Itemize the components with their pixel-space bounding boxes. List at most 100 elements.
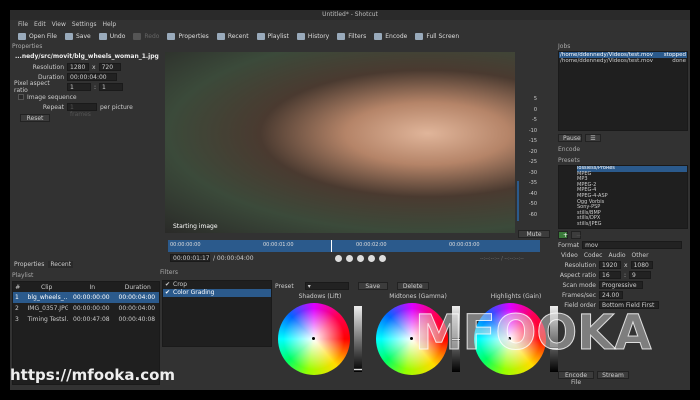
undo-button[interactable]: Undo	[98, 32, 126, 40]
x-sep: x	[624, 261, 628, 269]
column-header[interactable]: #	[13, 284, 22, 291]
timecode: 00:00:01:17 / 00:00:04:00	[170, 254, 254, 262]
button-label: Recent	[227, 32, 249, 40]
pause-button[interactable]: Pause	[558, 134, 582, 142]
redo-button[interactable]: Redo	[133, 32, 159, 40]
tab-audio[interactable]: Audio	[608, 252, 625, 259]
remove-preset-icon[interactable]: −	[571, 231, 581, 239]
menu-icon[interactable]: ☰	[585, 134, 601, 142]
column-header[interactable]: Duration	[116, 284, 159, 291]
scan-dropdown[interactable]: Progressive	[599, 281, 643, 289]
table-row[interactable]: 3 Timing Testsl... 00:00:47:08 00:00:40:08	[13, 314, 159, 325]
encode-file-button[interactable]: Encode File	[558, 371, 594, 386]
fps-field[interactable]: 24.00	[599, 291, 623, 299]
position-field[interactable]: 00:00:01:17	[170, 254, 210, 262]
tab-other[interactable]: Other	[632, 252, 649, 259]
folder-icon	[18, 32, 26, 40]
table-row[interactable]: 1 blg_wheels_... 00:00:00:00 00:00:04:00	[13, 292, 159, 303]
table-cell: 00:00:40:08	[118, 316, 156, 323]
color-wheel[interactable]	[278, 303, 350, 375]
menu-edit[interactable]: Edit	[34, 20, 46, 29]
checkbox-checked-icon[interactable]: ✔	[165, 281, 170, 289]
button-label: Encode	[385, 32, 408, 40]
x-sep: x	[92, 63, 96, 71]
enc-height-field[interactable]: 1080	[630, 261, 653, 269]
menu-help[interactable]: Help	[103, 20, 117, 29]
aspect-w-field[interactable]: 16	[599, 271, 621, 279]
column-header[interactable]: Clip	[25, 284, 68, 291]
rewind-icon[interactable]	[346, 255, 353, 262]
playhead[interactable]	[331, 240, 332, 252]
button-label: Undo	[109, 32, 126, 40]
menu-file[interactable]: File	[18, 20, 28, 29]
delete-preset-button[interactable]: Delete	[396, 282, 429, 290]
tab-video[interactable]: Video	[561, 252, 578, 259]
full-screen-button[interactable]: Full Screen	[415, 32, 459, 40]
table-row[interactable]: 2 IMG_0357.JPG 00:00:00:00 00:00:04:00	[13, 303, 159, 314]
column-header[interactable]: In	[71, 284, 114, 291]
left-tabs: Properties Recent	[14, 261, 74, 268]
duration-field[interactable]: 00:00:04:00	[67, 73, 117, 81]
tab-recent[interactable]: Recent	[48, 261, 74, 268]
level-slider[interactable]	[353, 306, 363, 372]
history-button[interactable]: History	[296, 32, 330, 40]
reset-button[interactable]: Reset	[20, 114, 50, 122]
par-num-field[interactable]: 1	[67, 83, 91, 91]
table-cell: blg_wheels_...	[27, 294, 69, 301]
image-sequence-checkbox[interactable]	[18, 94, 24, 100]
menu-settings[interactable]: Settings	[72, 20, 97, 29]
filter-item[interactable]: ✔ Crop	[163, 281, 271, 289]
menu-view[interactable]: View	[52, 20, 66, 29]
video-viewer[interactable]: Starting image	[165, 52, 515, 233]
preset-dropdown[interactable]: ▾	[304, 282, 349, 290]
filters-button[interactable]: Filters	[337, 32, 367, 40]
checkbox-checked-icon[interactable]: ✔	[165, 289, 170, 297]
format-dropdown[interactable]: mov	[582, 241, 683, 249]
mute-button[interactable]: Mute	[518, 230, 550, 238]
table-cell: 1	[15, 294, 19, 301]
meter-tick-label: -35	[528, 180, 537, 186]
button-label: Filters	[348, 32, 367, 40]
jobs-title: Jobs	[558, 43, 571, 50]
timeline-ruler[interactable]: 00:00:00:00 00:00:01:00 00:00:02:00 00:00:0…	[168, 240, 540, 252]
tab-codec[interactable]: Codec	[584, 252, 603, 259]
encode-button[interactable]: Encode	[374, 32, 408, 40]
wheel-label: Highlights (Gain)	[490, 293, 542, 300]
aspect-h-field[interactable]: 9	[629, 271, 652, 279]
add-preset-icon[interactable]: +	[558, 231, 568, 239]
meter-tick-label: -10	[528, 127, 537, 134]
button-label: History	[307, 32, 330, 40]
skip-previous-icon[interactable]	[335, 255, 342, 262]
aspect-label: Aspect ratio	[559, 271, 596, 279]
meter-tick-label: -40	[528, 190, 537, 197]
slider-handle[interactable]	[353, 367, 363, 371]
stream-button[interactable]: Stream	[597, 371, 629, 379]
play-icon[interactable]	[357, 255, 364, 262]
save-button[interactable]: Save	[64, 32, 91, 40]
job-status: done	[672, 58, 686, 64]
playlist-icon	[256, 32, 265, 40]
width-field[interactable]: 1280	[67, 63, 89, 71]
fast-forward-icon[interactable]	[368, 255, 375, 262]
save-preset-button[interactable]: Save	[357, 282, 388, 290]
skip-next-icon[interactable]	[379, 255, 386, 262]
playlist-button[interactable]: Playlist	[256, 32, 289, 40]
menu-bar: File Edit View Settings Help	[10, 20, 116, 29]
filter-item[interactable]: ✔ Color Grading	[163, 289, 271, 297]
table-cell: 2	[15, 305, 19, 312]
enc-width-field[interactable]: 1920	[599, 261, 621, 269]
save-icon	[64, 32, 73, 40]
scan-label: Scan mode	[562, 281, 596, 289]
height-field[interactable]: 720	[98, 63, 121, 71]
preset-item[interactable]: stills/JPEG	[577, 221, 687, 228]
par-den-field[interactable]: 1	[99, 83, 124, 91]
wheel-label: Midtones (Gamma)	[389, 293, 447, 300]
job-row[interactable]: /home/ddennedy/Videos/test.mov done	[559, 58, 687, 64]
properties-button[interactable]: Properties	[167, 32, 209, 40]
jobs-list: /home/ddennedy/Videos/test.mov stopped/ho…	[558, 51, 688, 131]
tab-properties[interactable]: Properties	[14, 261, 44, 268]
open-file-button[interactable]: Open File	[18, 32, 57, 40]
ruler-label: 00:00:00:00	[170, 242, 201, 248]
repeat-field[interactable]: 1 frames	[67, 103, 97, 118]
recent-button[interactable]: Recent	[216, 32, 249, 40]
